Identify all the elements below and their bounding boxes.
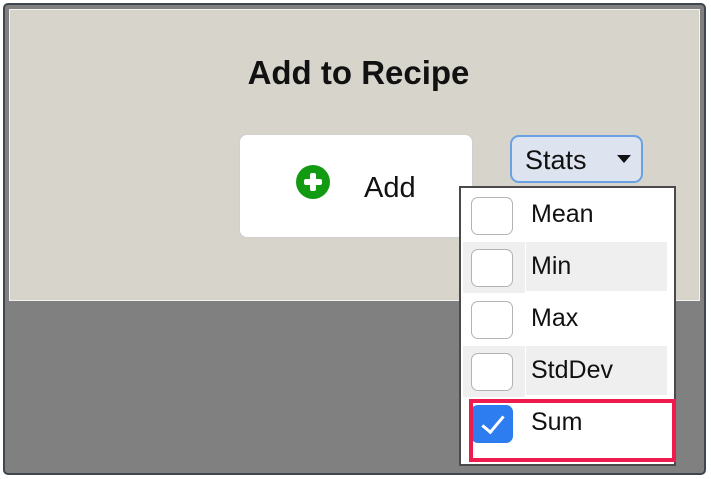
menu-item-max[interactable]: Max [463, 294, 671, 346]
menu-item-label: Sum [531, 408, 583, 436]
min-checkbox[interactable] [471, 249, 513, 287]
window-frame: Add to Recipe Add Stats Mean Min Max Std… [3, 3, 706, 475]
menu-item-stddev[interactable]: StdDev [463, 346, 671, 398]
stats-dropdown[interactable]: Stats [510, 135, 643, 183]
caret-down-icon [617, 155, 631, 163]
stats-dropdown-menu: Mean Min Max StdDev Sum [459, 186, 676, 466]
menu-item-sum[interactable]: Sum [463, 398, 671, 450]
menu-item-mean[interactable]: Mean [463, 190, 671, 242]
menu-item-min[interactable]: Min [463, 242, 671, 294]
max-checkbox[interactable] [471, 301, 513, 339]
add-button-label: Add [364, 172, 416, 204]
sum-checkbox[interactable] [471, 405, 513, 443]
checkbox-cell [463, 398, 525, 449]
checkbox-cell [463, 242, 525, 293]
checkbox-cell [463, 346, 525, 397]
mean-checkbox[interactable] [471, 197, 513, 235]
dialog-title: Add to Recipe [247, 54, 470, 91]
checkbox-cell [463, 294, 525, 345]
plus-circle-icon [296, 165, 330, 199]
menu-item-label: Mean [531, 200, 594, 228]
stats-dropdown-label: Stats [525, 145, 587, 175]
menu-item-label: StdDev [526, 346, 667, 395]
menu-item-label: Min [526, 242, 667, 291]
stddev-checkbox[interactable] [471, 353, 513, 391]
add-button[interactable]: Add [239, 134, 473, 238]
checkbox-cell [463, 190, 525, 241]
menu-item-label: Max [531, 304, 579, 332]
